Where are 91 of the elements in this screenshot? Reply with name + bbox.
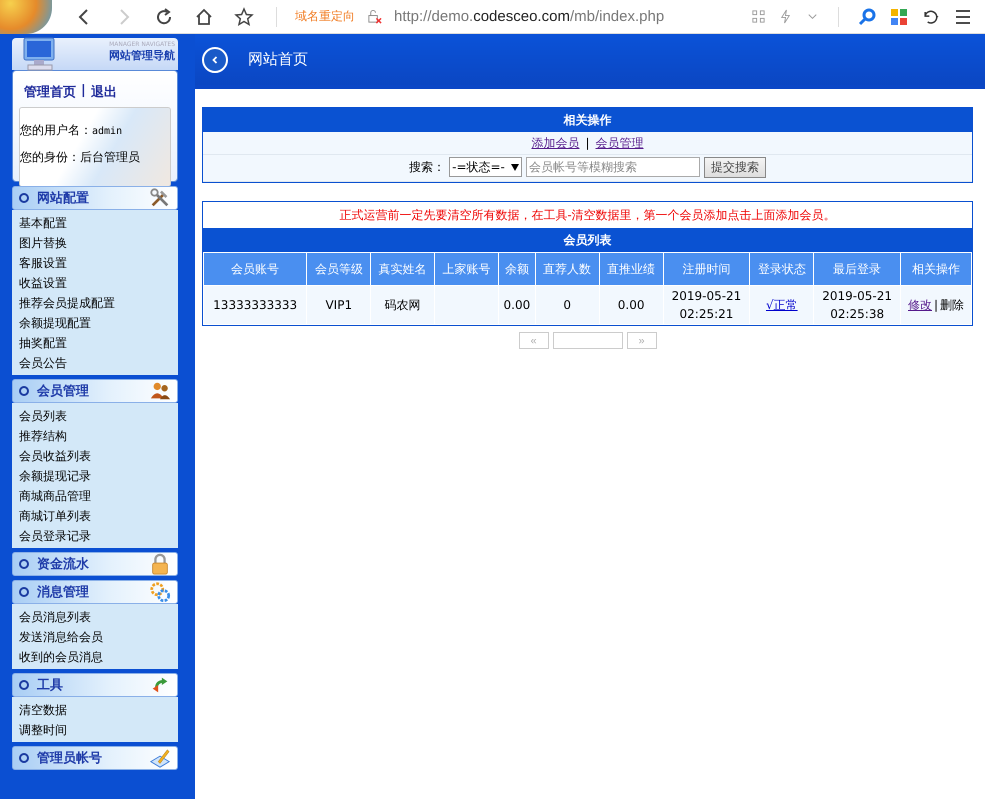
redirect-label: 域名重定向 xyxy=(295,8,355,25)
column-header: 会员账号 xyxy=(204,252,307,286)
sidebar-item[interactable]: 会员收益列表 xyxy=(19,446,178,466)
sidebar-item[interactable]: 抽奖配置 xyxy=(19,333,178,353)
insecure-lock-icon xyxy=(367,9,382,24)
address-bar[interactable]: http://demo.codesceo.com/mb/index.php xyxy=(394,8,664,25)
table-cell: VIP1 xyxy=(306,286,371,324)
sidebar-item[interactable]: 推荐结构 xyxy=(19,426,178,446)
apps-icon[interactable] xyxy=(889,6,909,26)
username-text: 您的用户名：admin xyxy=(20,122,124,139)
sidebar-item[interactable]: 商城商品管理 xyxy=(19,486,178,506)
grid-icon[interactable] xyxy=(751,9,766,24)
section-header[interactable]: 资金流水 xyxy=(12,552,178,576)
column-header: 登录状态 xyxy=(750,252,814,286)
column-header: 余额 xyxy=(498,252,536,286)
collapse-button[interactable] xyxy=(202,46,228,72)
submit-search-button[interactable]: 提交搜索 xyxy=(704,156,766,178)
bullet-icon xyxy=(19,587,29,597)
column-header: 直推业绩 xyxy=(599,252,664,286)
delete-link[interactable]: 删除 xyxy=(940,298,964,312)
table-cell: 2019-05-21 02:25:38 xyxy=(814,286,901,324)
column-header: 真实姓名 xyxy=(370,252,435,286)
sidebar-item[interactable]: 余额提现配置 xyxy=(19,313,178,333)
status-select[interactable]: -=状态=- xyxy=(449,157,522,177)
star-icon[interactable] xyxy=(234,6,254,26)
sidebar-item[interactable]: 收益设置 xyxy=(19,273,178,293)
sidebar-item[interactable]: 客服设置 xyxy=(19,253,178,273)
sidebar-item[interactable]: 会员消息列表 xyxy=(19,607,178,627)
sidebar-item[interactable]: 会员公告 xyxy=(19,353,178,373)
role-text: 您的身份：后台管理员 xyxy=(20,149,141,166)
table-cell: 13333333333 xyxy=(204,286,307,324)
tools-icon xyxy=(149,187,171,209)
link[interactable]: 会员管理 xyxy=(596,132,644,154)
section-header[interactable]: 工具 xyxy=(12,673,178,697)
notice-text: 正式运营前一定先要清空所有数据，在工具-清空数据里，第一个会员添加点击上面添加会员。 xyxy=(338,207,837,224)
edit-link[interactable]: 修改 xyxy=(908,298,932,312)
sidebar-item[interactable]: 收到的会员消息 xyxy=(19,647,178,667)
panel-title: 相关操作 xyxy=(203,108,972,132)
page-title: 网站首页 xyxy=(248,50,308,69)
bullet-icon xyxy=(19,753,29,763)
column-header: 相关操作 xyxy=(900,252,972,286)
sidebar-item[interactable]: 推荐会员提成配置 xyxy=(19,293,178,313)
table-cell: 0 xyxy=(535,286,600,324)
search-label: 搜索： xyxy=(409,159,446,176)
nav-link[interactable]: 退出 xyxy=(90,83,117,101)
sidebar-item[interactable]: 清空数据 xyxy=(19,700,178,720)
bullet-icon xyxy=(19,193,29,203)
sidebar-item[interactable]: 会员列表 xyxy=(19,406,178,426)
link[interactable]: 添加会员 xyxy=(531,132,580,154)
column-header: 最后登录 xyxy=(814,252,901,286)
users-icon xyxy=(149,380,171,402)
section-header[interactable]: 消息管理 xyxy=(12,580,178,604)
nav-link[interactable]: 管理首页 xyxy=(24,83,76,101)
gears-icon xyxy=(149,581,171,603)
column-header: 会员等级 xyxy=(306,252,371,286)
column-header: 上家账号 xyxy=(434,252,498,286)
status-link[interactable]: √正常 xyxy=(766,298,798,312)
sidebar-item[interactable]: 基本配置 xyxy=(19,213,178,233)
search-icon[interactable] xyxy=(857,6,877,26)
column-header: 直荐人数 xyxy=(535,252,600,286)
sidebar-item[interactable]: 商城订单列表 xyxy=(19,506,178,526)
bullet-icon xyxy=(19,386,29,396)
column-header: 注册时间 xyxy=(663,252,750,286)
padlock-icon xyxy=(149,553,171,575)
table-cell: 2019-05-21 02:25:21 xyxy=(663,286,750,324)
pen-paper-icon xyxy=(149,747,171,769)
lightning-icon[interactable] xyxy=(778,9,793,24)
sidebar-item[interactable]: 会员登录记录 xyxy=(19,526,178,546)
bullet-icon xyxy=(19,559,29,569)
sidebar-item[interactable]: 发送消息给会员 xyxy=(19,627,178,647)
sidebar-item[interactable]: 余额提现记录 xyxy=(19,466,178,486)
table-cell: 0.00 xyxy=(599,286,664,324)
section-header[interactable]: 网站配置 xyxy=(12,186,178,210)
sidebar-item[interactable]: 图片替换 xyxy=(19,233,178,253)
sidebar-item[interactable]: 调整时间 xyxy=(19,720,178,740)
separator: | xyxy=(81,83,86,100)
reload-icon[interactable] xyxy=(154,6,174,26)
dropdown-arrow-icon xyxy=(510,164,519,170)
table-title: 会员列表 xyxy=(203,228,972,252)
section-header[interactable]: 会员管理 xyxy=(12,379,178,403)
browser-logo-icon xyxy=(0,0,52,34)
bullet-icon xyxy=(19,680,29,690)
nav-title: 网站管理导航 xyxy=(109,48,175,63)
separator: | xyxy=(585,135,590,152)
section-header[interactable]: 管理员帐号 xyxy=(12,746,178,770)
chevron-left-icon xyxy=(210,54,220,64)
search-field[interactable]: 会员帐号等模糊搜索 xyxy=(526,157,700,177)
separator: | xyxy=(934,298,938,312)
table-cell: 0.00 xyxy=(498,286,536,324)
table-cell: 码农网 xyxy=(370,286,435,324)
home-icon[interactable] xyxy=(194,6,214,26)
